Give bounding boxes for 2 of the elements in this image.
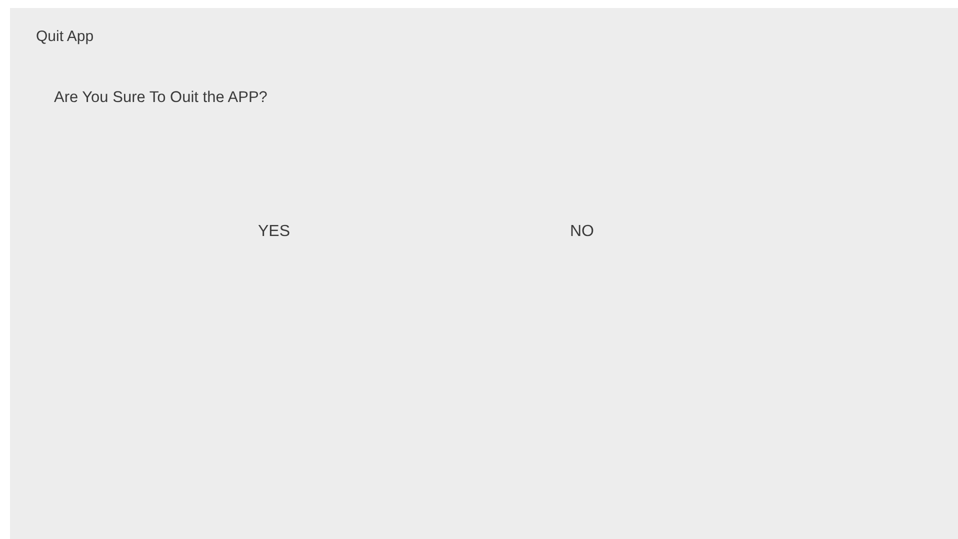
dialog-title: Quit App: [35, 27, 95, 46]
confirm-message: Are You Sure To Ouit the APP?: [53, 88, 268, 107]
